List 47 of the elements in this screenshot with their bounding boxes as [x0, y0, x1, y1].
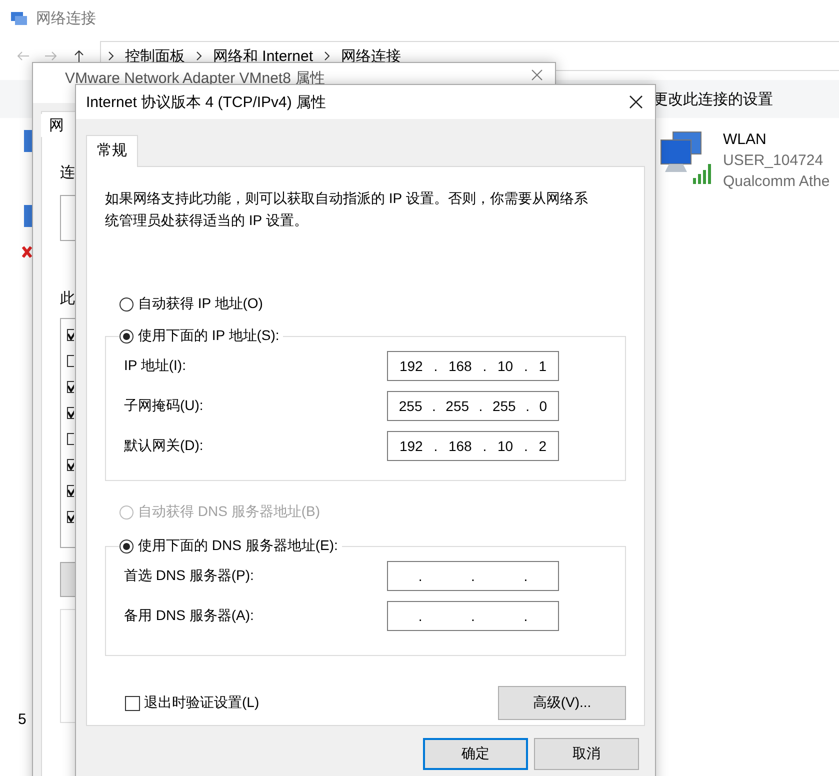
checkbox[interactable]: [67, 381, 74, 393]
field-label: 默认网关(D):: [124, 437, 204, 455]
network-folder-icon: [10, 10, 28, 26]
ip-address-field[interactable]: 192 . 168 . 10 . 1: [387, 351, 559, 381]
item-count: 5: [18, 711, 26, 728]
description-text: 如果网络支持此功能，则可以获取自动指派的 IP 设置。否则，你需要从网络系统管理员处获得适当的 IP 设置。: [105, 189, 589, 230]
cancel-button[interactable]: 取消: [534, 738, 639, 770]
chevron-icon: [107, 51, 115, 61]
field-label: IP 地址(I):: [124, 357, 186, 375]
ip-address-field[interactable]: 255 . 255 . 255 . 0: [387, 391, 559, 421]
close-icon[interactable]: [629, 95, 643, 109]
checkbox[interactable]: [67, 459, 74, 471]
dns-address-field[interactable]: . . .: [387, 561, 559, 591]
checkbox[interactable]: [67, 329, 74, 341]
checkbox[interactable]: [67, 485, 74, 497]
chevron-icon: [323, 51, 332, 61]
window-title: 网络连接: [36, 8, 96, 28]
dns-address-field[interactable]: . . .: [387, 601, 559, 631]
cross-icon: [22, 246, 32, 258]
tab[interactable]: 常规: [86, 135, 138, 167]
checkbox[interactable]: [67, 433, 74, 445]
connection-name: WLAN: [723, 130, 768, 149]
field-label: 备用 DNS 服务器(A):: [124, 607, 254, 625]
option-label[interactable]: 自动获得 IP 地址(O): [138, 295, 263, 313]
advanced-button[interactable]: 高级(V)...: [498, 686, 626, 720]
radio-button[interactable]: [119, 328, 134, 344]
section-label: 连: [60, 163, 75, 182]
ip-address-field[interactable]: 192 . 168 . 10 . 2: [387, 431, 559, 461]
dialog-title: Internet 协议版本 4 (TCP/IPv4) 属性: [86, 92, 326, 112]
up-arrow-icon[interactable]: [72, 49, 86, 63]
breadcrumb-item[interactable]: 控制面板: [125, 46, 185, 66]
connection-network: USER_104724: [723, 151, 824, 170]
checkbox[interactable]: [67, 407, 74, 419]
window-title: VMware Network Adapter VMnet8 属性: [64, 69, 326, 88]
field-label: 首选 DNS 服务器(P):: [124, 567, 254, 585]
chevron-icon: [195, 51, 203, 61]
checkbox[interactable]: [67, 355, 74, 367]
ok-button[interactable]: 确定: [423, 738, 528, 770]
radio-button[interactable]: [119, 538, 134, 554]
connection-adapter: Qualcomm Athe: [723, 172, 830, 191]
section-label: 此: [60, 289, 75, 308]
field-label: 子网掩码(U):: [124, 397, 204, 415]
validate-checkbox[interactable]: 退出时验证设置(L): [125, 694, 260, 712]
option-label[interactable]: 使用下面的 IP 地址(S):: [138, 327, 280, 345]
radio-button[interactable]: [119, 296, 134, 312]
checkbox[interactable]: [67, 511, 74, 523]
breadcrumb-item[interactable]: 网络和 Internet: [213, 46, 314, 66]
